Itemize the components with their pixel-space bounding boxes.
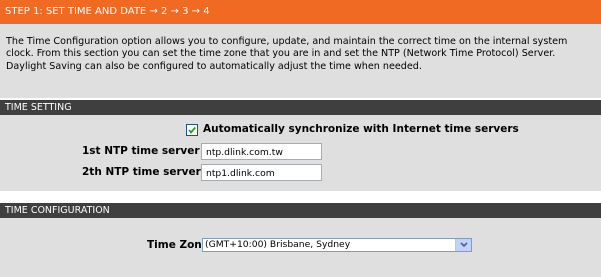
time-setting-panel: TIME SETTING Automatically synchronize w…	[0, 100, 601, 191]
ntp1-server-input[interactable]: ntp.dlink.com.tw	[201, 143, 322, 160]
time-configuration-header: TIME CONFIGURATION	[0, 203, 601, 218]
step-header: STEP 1: SET TIME AND DATE → 2 → 3 → 4	[0, 0, 601, 24]
auto-sync-checkbox[interactable]	[186, 124, 198, 136]
time-zone-select[interactable]: (GMT+10:00) Brisbane, Sydney	[202, 238, 472, 252]
chevron-down-icon	[460, 242, 468, 248]
dropdown-button[interactable]	[455, 239, 471, 251]
step-panel: STEP 1: SET TIME AND DATE → 2 → 3 → 4 Th…	[0, 0, 601, 98]
step-title: STEP 1: SET TIME AND DATE	[5, 6, 147, 17]
step-progress-arrows: → 2 → 3 → 4	[149, 6, 210, 17]
checkmark-icon	[188, 126, 196, 134]
time-setting-header: TIME SETTING	[0, 100, 601, 115]
time-zone-value: (GMT+10:00) Brisbane, Sydney	[205, 239, 351, 250]
step-description: The Time Configuration option allows you…	[6, 36, 568, 72]
ntp1-label: 1st NTP time server :	[82, 145, 208, 157]
time-configuration-panel: TIME CONFIGURATION Time Zone : (GMT+10:0…	[0, 203, 601, 277]
ntp2-label: 2th NTP time server :	[82, 166, 209, 178]
ntp2-server-input[interactable]: ntp1.dlink.com	[201, 164, 322, 181]
auto-sync-label: Automatically synchronize with Internet …	[203, 123, 519, 135]
